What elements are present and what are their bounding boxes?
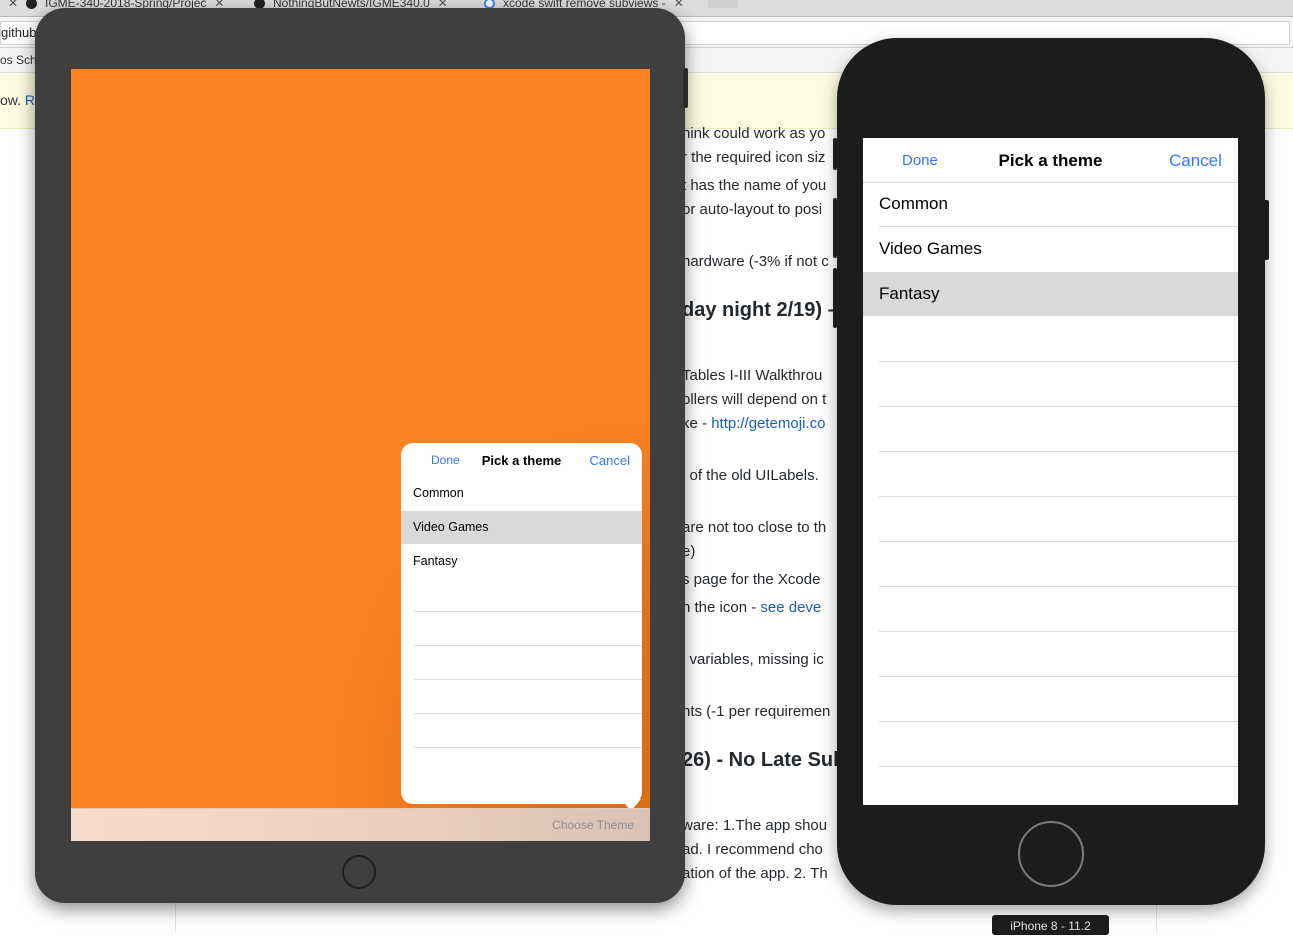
row-separator	[879, 496, 1238, 497]
cancel-button[interactable]: Cancel	[1169, 151, 1238, 171]
new-tab-button[interactable]	[708, 0, 738, 8]
row-separator	[879, 676, 1238, 677]
theme-option-fantasy[interactable]: Fantasy	[401, 545, 642, 578]
doc-line: n the icon - see deve	[682, 599, 821, 616]
row-separator	[879, 631, 1238, 632]
doc-link[interactable]: see deve	[760, 599, 821, 616]
iphone-simulator: Done Pick a theme Cancel Common Video Ga…	[833, 38, 1269, 905]
row-separator	[413, 645, 642, 646]
theme-option-common[interactable]: Common	[401, 477, 642, 510]
row-separator	[413, 611, 642, 612]
doc-line: ollers will depend on t	[682, 391, 827, 408]
power-button	[1263, 200, 1269, 260]
iphone-screen: Done Pick a theme Cancel Common Video Ga…	[863, 138, 1238, 805]
volume-down-button	[833, 268, 837, 328]
github-icon	[26, 0, 37, 10]
theme-picker-popover: Done Pick a theme Cancel Common Video Ga…	[401, 443, 642, 804]
browser-tab-close[interactable]: ✕	[0, 0, 18, 14]
doc-line: are not too close to th	[682, 519, 827, 536]
doc-heading: 26) - No Late Subr	[682, 749, 854, 771]
doc-line: r the required icon siz	[682, 149, 826, 166]
doc-line: ware: 1.The app shou	[682, 817, 828, 834]
row-separator	[413, 713, 642, 714]
close-icon[interactable]: ✕	[8, 0, 18, 10]
theme-option-video-games[interactable]: Video Games	[863, 227, 1238, 271]
theme-option-fantasy[interactable]: Fantasy	[863, 272, 1238, 316]
notice-text: ow.	[0, 92, 22, 108]
doc-line: ke - http://getemoji.co	[682, 415, 825, 432]
doc-line: Tables I-III Walkthrou	[682, 367, 823, 384]
ipad-screen: Done Pick a theme Cancel Common Video Ga…	[71, 69, 650, 841]
row-separator	[879, 451, 1238, 452]
doc-line: l variables, missing ic	[682, 651, 824, 668]
close-icon[interactable]: ✕	[674, 0, 684, 10]
row-separator	[879, 586, 1238, 587]
doc-text: n the icon -	[682, 599, 761, 616]
volume-up-button	[833, 198, 837, 258]
ipad-simulator: Done Pick a theme Cancel Common Video Ga…	[35, 8, 688, 903]
row-separator	[879, 361, 1238, 362]
home-button[interactable]	[1018, 821, 1084, 887]
mute-switch	[833, 138, 837, 170]
doc-text: ke -	[682, 415, 712, 432]
bottom-toolbar: Choose Theme	[71, 808, 650, 841]
choose-theme-button[interactable]: Choose Theme	[552, 818, 634, 832]
row-separator	[413, 747, 642, 748]
home-button[interactable]	[342, 855, 376, 889]
theme-option-video-games[interactable]: Video Games	[401, 511, 642, 544]
bookmark-item[interactable]: os Sch	[0, 53, 37, 67]
doc-line: hardware (-3% if not c	[682, 253, 829, 270]
doc-line: ad. I recommend cho	[682, 841, 823, 858]
doc-heading: day night 2/19) –	[682, 299, 839, 321]
row-separator	[879, 721, 1238, 722]
doc-line: s page for the Xcode	[682, 571, 821, 588]
cancel-button[interactable]: Cancel	[590, 453, 630, 468]
doc-link[interactable]: http://getemoji.co	[711, 415, 825, 432]
picker-nav-bar: Done Pick a theme Cancel	[401, 443, 642, 477]
doc-line: t has the name of you	[682, 177, 827, 194]
row-separator	[879, 541, 1238, 542]
doc-line: hink could work as yo	[682, 125, 826, 142]
picker-nav-bar: Done Pick a theme Cancel	[863, 138, 1238, 183]
doc-line: l of the old UILabels.	[682, 467, 819, 484]
row-separator	[879, 406, 1238, 407]
device-label: iPhone 8 - 11.2	[992, 915, 1109, 935]
volume-button	[683, 68, 688, 108]
doc-line: nts (-1 per requiremen	[682, 703, 831, 720]
row-separator	[879, 766, 1238, 767]
doc-line: ation of the app. 2. Th	[682, 865, 828, 882]
row-separator	[413, 679, 642, 680]
theme-option-common[interactable]: Common	[863, 182, 1238, 226]
doc-line: or auto-layout to posi	[682, 201, 823, 218]
